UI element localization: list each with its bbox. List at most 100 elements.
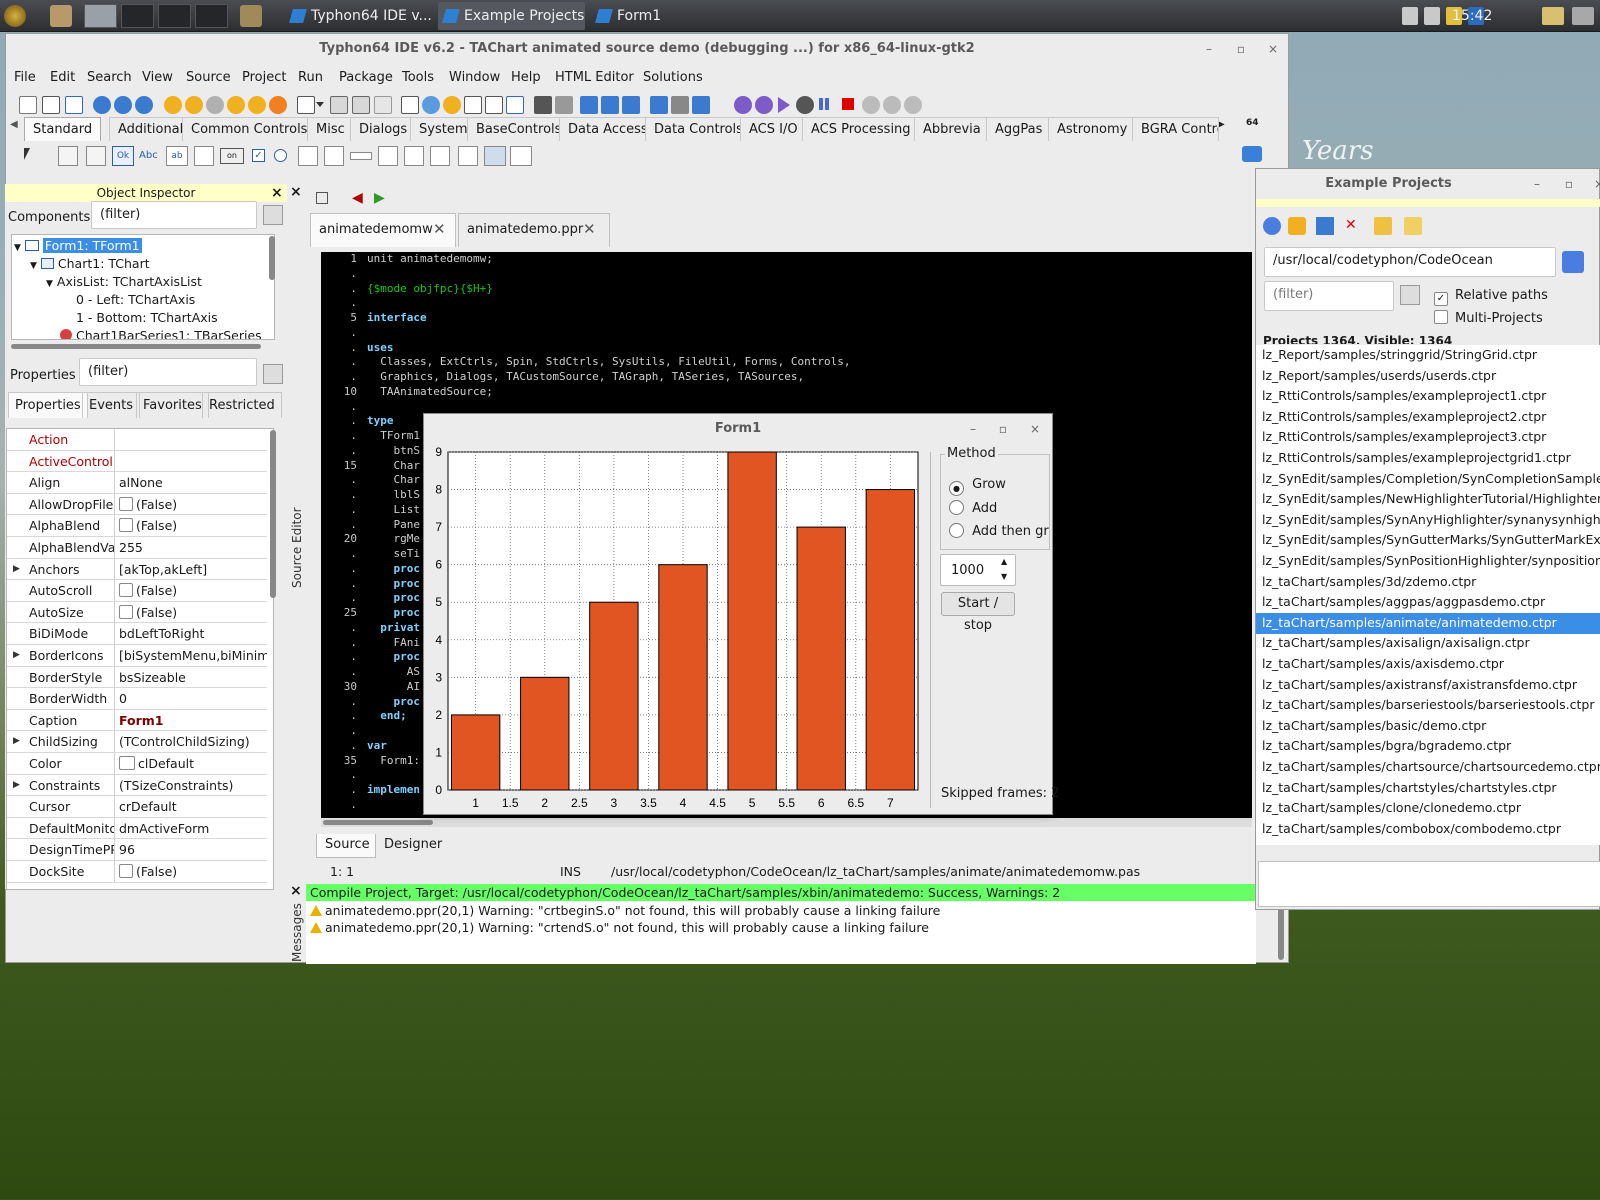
view-units-icon[interactable] <box>401 96 419 114</box>
code-line[interactable]: . {$mode objfpc}{$H+} <box>321 282 1252 297</box>
property-row[interactable]: DefaultMonito dmActiveForm <box>7 817 267 840</box>
find-icon[interactable] <box>93 96 111 114</box>
close-icon[interactable]: × <box>290 884 304 898</box>
code-line[interactable]: 1 unit animatedemomw; <box>321 252 1252 267</box>
debug-stack-icon[interactable] <box>622 96 640 114</box>
workspace-4[interactable] <box>195 4 228 28</box>
combobox-icon[interactable] <box>324 146 344 166</box>
property-value[interactable]: bsSizeable <box>119 667 267 688</box>
property-value[interactable]: crDefault <box>119 796 267 817</box>
maximize-button[interactable]: ▫ <box>996 422 1010 436</box>
home-folder-icon[interactable] <box>50 5 72 27</box>
menu-view[interactable]: View <box>142 66 173 90</box>
project-list-item[interactable]: lz_SynEdit/samples/SynGutterMarks/SynGut… <box>1256 530 1600 551</box>
minimize-button[interactable]: – <box>1530 177 1544 191</box>
palette-tab-dialogs[interactable]: Dialogs <box>350 117 417 141</box>
tree-scrollbar[interactable] <box>269 236 275 280</box>
tree-node[interactable]: ▼ Form1: TForm1 <box>14 237 142 255</box>
code-line[interactable]: . <box>321 400 1252 415</box>
volume-icon[interactable] <box>1424 7 1440 25</box>
browse-icon[interactable] <box>1562 251 1584 273</box>
editor-tab-animatedemo-ppr[interactable]: animatedemo.ppr ✕ <box>458 213 610 247</box>
checkgroup-icon[interactable] <box>430 146 450 166</box>
project-list-item[interactable]: lz_taChart/samples/combobox/combodemo.ct… <box>1256 819 1600 840</box>
new-file-icon[interactable] <box>19 96 37 114</box>
code-line[interactable]: . <box>321 296 1252 311</box>
checkbox[interactable] <box>119 604 133 619</box>
tile-icon[interactable] <box>506 96 524 114</box>
menu-window[interactable]: Window <box>449 66 500 90</box>
workspace-1[interactable] <box>84 4 117 28</box>
checkbox[interactable] <box>119 583 133 598</box>
tab-source[interactable]: Source <box>316 834 376 858</box>
button-icon[interactable]: Ok <box>112 146 134 166</box>
property-value[interactable]: [akTop,akLeft] <box>119 559 267 580</box>
code-line[interactable]: . Classes, ExtCtrls, Spin, StdCtrls, Sys… <box>321 355 1252 370</box>
property-value[interactable]: bdLeftToRight <box>119 623 267 644</box>
property-value[interactable] <box>119 451 267 472</box>
remove-from-project-icon[interactable] <box>248 96 266 114</box>
close-button[interactable]: × <box>1028 422 1042 436</box>
property-value[interactable]: (False) <box>119 861 267 882</box>
property-row[interactable]: ▶ ChildSizing (TControlChildSizing) <box>7 731 267 753</box>
property-row[interactable]: AutoSize (False) <box>7 601 267 624</box>
project-list-item[interactable]: lz_taChart/samples/clone/clonedemo.ctpr <box>1256 798 1600 819</box>
debug-window-icon[interactable] <box>580 96 598 114</box>
tree-hscrollbar[interactable] <box>11 344 261 349</box>
property-row[interactable]: Cursor crDefault <box>7 796 267 818</box>
project-list-item[interactable]: lz_SynEdit/samples/SynAnyHighlighter/syn… <box>1256 510 1600 531</box>
workspace-2[interactable] <box>121 4 154 28</box>
code-line[interactable]: 5 interface <box>321 311 1252 326</box>
project-list-item[interactable]: lz_RttiControls/samples/exampleproject1.… <box>1256 386 1600 407</box>
property-row[interactable]: AllowDropFiles (False) <box>7 493 267 516</box>
menu-html-editor[interactable]: HTML Editor <box>555 66 634 90</box>
tree-node[interactable]: Chart1BarSeries1: TBarSeries <box>60 327 262 339</box>
components-filter-input[interactable]: (filter) <box>91 201 257 229</box>
project-list-item[interactable]: lz_RttiControls/samples/exampleproject2.… <box>1256 407 1600 428</box>
memo-icon[interactable] <box>194 146 214 166</box>
bar[interactable] <box>727 451 777 791</box>
palette-tab-aggpas[interactable]: AggPas <box>986 117 1052 141</box>
tab-designer[interactable]: Designer <box>378 834 452 858</box>
trash-icon[interactable] <box>1402 7 1418 25</box>
settings-icon[interactable] <box>1404 217 1422 235</box>
menu-edit[interactable]: Edit <box>50 66 75 90</box>
bar[interactable] <box>658 564 708 791</box>
add-to-project-icon[interactable] <box>227 96 245 114</box>
filter-icon[interactable] <box>263 205 283 225</box>
label-icon[interactable]: Abc <box>139 146 161 166</box>
filter-icon[interactable] <box>263 364 283 384</box>
windows-icon[interactable] <box>485 96 503 114</box>
project-list-item[interactable]: lz_taChart/samples/aggpas/aggpasdemo.ctp… <box>1256 592 1600 613</box>
property-row[interactable]: BorderStyle bsSizeable <box>7 666 267 689</box>
play-icon[interactable] <box>778 97 790 113</box>
property-row[interactable]: AlphaBlendVal 255 <box>7 537 267 559</box>
property-value[interactable]: 0 <box>119 688 267 709</box>
close-icon[interactable]: × <box>290 185 304 199</box>
project-list-item[interactable]: lz_taChart/samples/chartstyles/chartstyl… <box>1256 778 1600 799</box>
palette-scroll-left-icon[interactable]: ◀ <box>10 119 20 133</box>
property-value[interactable]: 255 <box>119 537 267 558</box>
run-icon[interactable] <box>734 96 752 114</box>
code-line[interactable]: . Graphics, Dialogs, TACustomSource, TAG… <box>321 370 1252 385</box>
menu-help[interactable]: Help <box>511 66 541 90</box>
workspace-3[interactable] <box>158 4 191 28</box>
mainmenu-icon[interactable] <box>58 146 78 166</box>
tree-node[interactable]: ▼ AxisList: TChartAxisList <box>46 273 202 291</box>
stop-icon[interactable] <box>842 98 854 110</box>
tree-node[interactable]: ▼ Chart1: TChart <box>30 255 150 273</box>
project-list-item[interactable]: lz_taChart/samples/axis/axisdemo.ctpr <box>1256 654 1600 675</box>
minimize-button[interactable]: – <box>1202 42 1216 56</box>
maximize-button[interactable]: ▫ <box>1562 177 1576 191</box>
property-value[interactable]: (False) <box>119 515 267 536</box>
groupbox-icon[interactable] <box>378 146 398 166</box>
new-form-icon[interactable] <box>42 96 60 114</box>
open-file-icon[interactable] <box>297 96 315 114</box>
settings-icon[interactable] <box>555 96 573 114</box>
code-hscrollbar[interactable] <box>321 818 1252 827</box>
minimize-button[interactable]: – <box>966 422 980 436</box>
new-unit-icon[interactable] <box>65 96 83 114</box>
layout-icon[interactable] <box>692 96 710 114</box>
close-button[interactable]: × <box>1592 177 1600 191</box>
palette-tab-data-controls[interactable]: Data Controls <box>645 117 752 141</box>
